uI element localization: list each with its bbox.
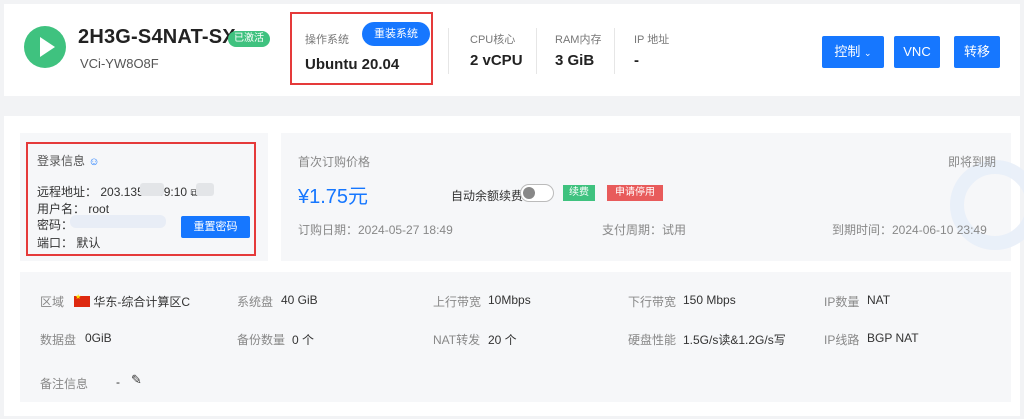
- auto-renew-toggle[interactable]: [520, 184, 554, 202]
- region-value: 华东-综合计算区C: [93, 295, 191, 309]
- login-title: 登录信息 ☺: [37, 154, 100, 168]
- china-flag-icon: [74, 293, 90, 307]
- chevron-down-icon: ⌄: [864, 48, 872, 58]
- ip-count-value: NAT: [867, 293, 891, 307]
- first-price-label: 首次订购价格: [298, 155, 371, 169]
- nat-forward-value: 20 个: [488, 333, 517, 347]
- backup-count-value: 0 个: [292, 333, 315, 347]
- ip-label: IP 地址: [634, 34, 670, 46]
- cpu-label: CPU核心: [470, 34, 516, 46]
- nat-forward-label: NAT转发: [433, 333, 481, 347]
- data-disk-label: 数据盘: [40, 333, 77, 347]
- edit-pencil-icon[interactable]: ✎: [131, 372, 142, 388]
- ram-value: 3 GiB: [555, 52, 595, 69]
- expiring-label: 即将到期: [948, 155, 997, 169]
- system-disk-label: 系统盘: [237, 295, 274, 309]
- ip-line-value: BGP NAT: [867, 331, 919, 345]
- ip-count-label: IP数量: [824, 295, 860, 309]
- username-value: root: [88, 202, 110, 216]
- region-label: 区域: [40, 295, 65, 309]
- remote-address-row: 远程地址： 203.135. 189:10 ⧉: [37, 183, 198, 200]
- username-label: 用户名：: [37, 202, 86, 216]
- divider: [614, 28, 615, 74]
- region-value-row: 华东-综合计算区C: [74, 293, 190, 310]
- user-icon: ☺: [88, 156, 100, 168]
- note-label: 备注信息: [40, 377, 89, 391]
- auto-renew-label: 自动余额续费: [451, 189, 524, 203]
- note-value: -: [116, 375, 120, 389]
- upload-bandwidth-value: 10Mbps: [488, 293, 531, 307]
- divider: [448, 28, 449, 74]
- password-label: 密码：: [37, 218, 74, 232]
- port-value: 默认: [76, 236, 101, 250]
- transfer-button[interactable]: 转移: [954, 36, 1000, 68]
- renew-button[interactable]: 续费: [563, 185, 595, 201]
- disk-performance-value: 1.5G/s读&1.2G/s写: [683, 333, 786, 347]
- redacted-mask: [140, 183, 164, 196]
- ip-value: -: [634, 52, 639, 69]
- ram-label: RAM内存: [555, 34, 602, 46]
- pay-cycle: 支付周期：试用: [602, 223, 687, 237]
- os-label: 操作系统: [305, 34, 349, 46]
- port-row: 端口： 默认: [37, 234, 100, 251]
- disk-performance-label: 硬盘性能: [628, 333, 677, 347]
- download-bandwidth-value: 150 Mbps: [683, 293, 736, 307]
- ip-line-label: IP线路: [824, 333, 860, 347]
- expire-time: 到期时间：2024-06-10 23:49: [832, 223, 987, 237]
- status-badge: 已激活: [228, 31, 270, 47]
- play-status-icon: [24, 26, 66, 68]
- request-disable-button[interactable]: 申请停用: [607, 185, 663, 201]
- backup-count-label: 备份数量: [237, 333, 286, 347]
- order-date: 订购日期：2024-05-27 18:49: [298, 223, 453, 237]
- vnc-button[interactable]: VNC: [894, 36, 940, 68]
- download-bandwidth-label: 下行带宽: [628, 295, 677, 309]
- server-name: 2H3G-S4NAT-SX: [78, 26, 236, 48]
- price-value: ¥1.75元: [298, 186, 369, 208]
- instance-id: VCi-YW8O8F: [80, 56, 159, 71]
- divider: [536, 28, 537, 74]
- port-label: 端口：: [37, 236, 74, 250]
- control-label: 控制: [834, 44, 861, 59]
- control-dropdown-button[interactable]: 控制 ⌄: [822, 36, 884, 68]
- reinstall-system-button[interactable]: 重装系统: [362, 22, 430, 46]
- password-mask: [70, 215, 166, 228]
- redacted-mask: [196, 183, 214, 196]
- cpu-value: 2 vCPU: [470, 52, 523, 69]
- system-disk-value: 40 GiB: [281, 293, 318, 307]
- data-disk-value: 0GiB: [85, 331, 112, 345]
- reset-password-button[interactable]: 重置密码: [181, 216, 250, 238]
- remote-address-label: 远程地址：: [37, 185, 98, 199]
- os-value: Ubuntu 20.04: [305, 56, 400, 73]
- upload-bandwidth-label: 上行带宽: [433, 295, 482, 309]
